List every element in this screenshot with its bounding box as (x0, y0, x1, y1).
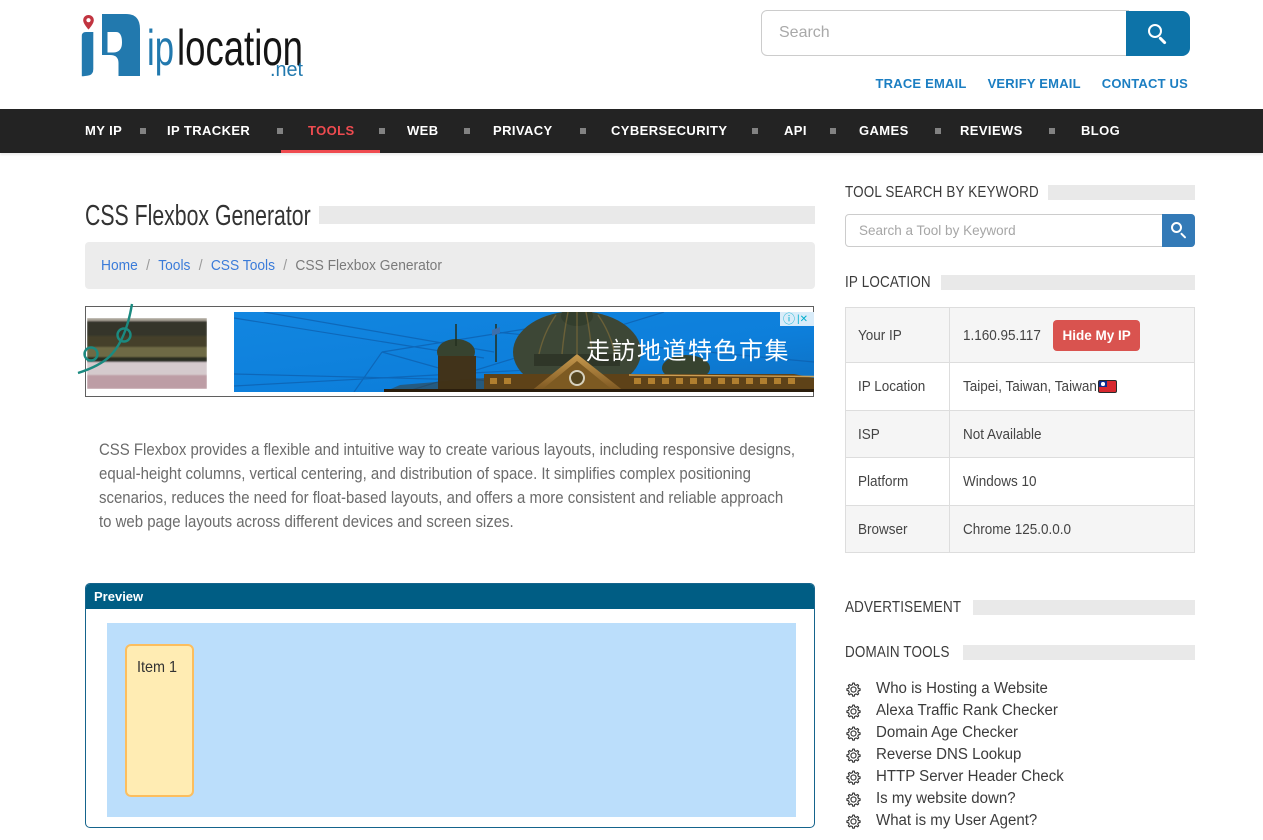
svg-text:ip: ip (147, 20, 174, 76)
svg-text:.net: .net (270, 59, 303, 81)
svg-text:|✕: |✕ (797, 314, 808, 325)
svg-text:走訪地道特色市集: 走訪地道特色市集 (586, 338, 790, 365)
svg-text:ⓘ: ⓘ (783, 312, 795, 326)
